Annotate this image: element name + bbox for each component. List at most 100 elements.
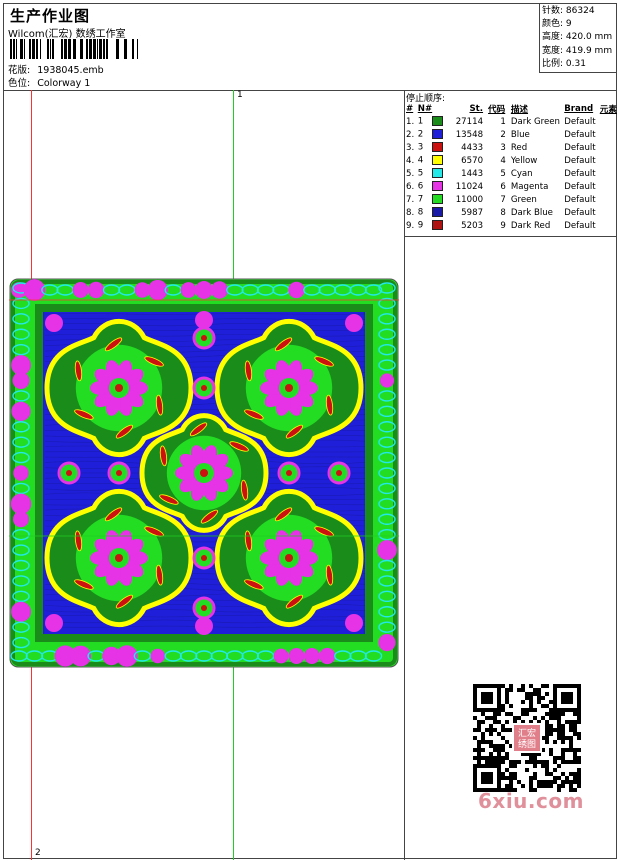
color-swatch [431,181,443,192]
colorway-value: Colorway 1 [37,78,91,89]
row-index: 7. [406,194,415,205]
color-swatch [431,194,443,205]
row-brand: Default [564,155,596,166]
row-stitches: 5203 [461,220,484,231]
row-needle: 2 [417,128,444,141]
color-row: 7. 7 11000 7 Green Default [405,193,617,206]
row-description: Magenta [510,181,549,192]
col-desc: 描述 [510,104,529,115]
row-code: 7 [500,194,506,205]
panel-divider [405,236,617,237]
stat-height: 高度: 420.0 mm [542,32,613,43]
color-swatch [431,116,443,127]
row-index: 9. [406,220,415,231]
production-sheet: 生产作业图 Wilcom(汇宏) 数绣工作室 花版: 1938045.emb 色… [3,3,617,860]
col-hash: # [406,103,414,114]
colorway-row: 色位: Colorway 1 [8,75,90,89]
row-description: Green [510,194,537,205]
color-row: 3. 3 4433 3 Red Default [405,141,617,154]
row-element [599,206,617,219]
color-swatch [431,207,443,218]
color-row: 5. 5 1443 5 Cyan Default [405,167,617,180]
row-index: 5. [406,168,415,179]
seal-text-bottom: 绣图 [518,738,536,750]
row-element [599,219,617,232]
row-stitches: 6570 [461,155,484,166]
seal-text-top: 汇宏 [518,727,536,739]
row-stitches: 11000 [455,194,484,205]
row-brand: Default [564,116,596,127]
barcode-icon [10,39,138,59]
color-row: 9. 9 5203 9 Dark Red Default [405,219,617,232]
row-code: 2 [500,129,506,140]
row-brand: Default [564,142,596,153]
row-element [599,180,617,193]
row-code: 5 [500,168,506,179]
row-index: 2. [406,129,415,140]
col-code: 代码 [488,104,506,115]
qr-code-icon: 汇宏绣图 [473,684,581,792]
color-row: 1. 1 27114 1 Dark Green Default [405,115,617,128]
watermark-logo: 6xiu.com [478,789,584,813]
row-code: 3 [500,142,506,153]
row-description: Blue [510,129,530,140]
color-swatch [431,220,443,231]
row-code: 9 [500,220,506,231]
row-code: 6 [500,181,506,192]
embroidery-design-preview [9,278,399,668]
color-row: 4. 4 6570 4 Yellow Default [405,154,617,167]
row-brand: Default [564,181,596,192]
row-element [599,193,617,206]
row-code: 1 [500,116,506,127]
guide-mark-top: 1 [237,90,243,100]
row-description: Dark Green [510,116,560,127]
row-description: Dark Red [510,220,551,231]
color-row: 6. 6 11024 6 Magenta Default [405,180,617,193]
stat-stitches: 针数: 86324 [542,6,595,16]
row-brand: Default [564,220,596,231]
row-stitches: 5987 [461,207,484,218]
row-needle: 1 [417,115,444,128]
col-element: 元素 [599,104,617,115]
row-index: 1. [406,116,415,127]
colorway-label: 色位: [8,78,31,89]
guide-mark-bottom: 2 [35,848,41,858]
color-swatch [431,142,443,153]
color-table: # N# St. 代码 描述 Brand 元素 1. 1 27114 1 Dark G… [405,102,617,232]
row-needle: 6 [417,180,444,193]
color-swatch [431,129,443,140]
row-needle: 4 [417,154,444,167]
row-index: 8. [406,207,415,218]
color-swatch [431,155,443,166]
row-needle: 9 [417,219,444,232]
row-index: 3. [406,142,415,153]
row-needle: 8 [417,206,444,219]
color-row: 2. 2 13548 2 Blue Default [405,128,617,141]
row-description: Red [510,142,528,153]
row-index: 6. [406,181,415,192]
stat-colors: 颜色: 9 [542,19,572,30]
row-brand: Default [564,194,596,205]
header-area: 生产作业图 Wilcom(汇宏) 数绣工作室 花版: 1938045.emb 色… [4,4,616,91]
row-needle: 5 [417,167,444,180]
row-element [599,154,617,167]
row-brand: Default [564,207,596,218]
file-name-row: 花版: 1938045.emb [8,62,104,76]
stat-width: 宽度: 419.9 mm [542,45,613,56]
stats-box: 针数: 86324 颜色: 9 高度: 420.0 mm 宽度: 419.9 m… [539,4,616,73]
row-brand: Default [564,168,596,179]
row-description: Dark Blue [510,207,553,218]
row-stitches: 27114 [455,116,484,127]
col-brand: Brand [564,103,594,114]
row-stitches: 11024 [455,181,484,192]
row-element [599,128,617,141]
row-description: Yellow [510,155,538,166]
col-n: N# [417,103,433,114]
row-description: Cyan [510,168,533,179]
col-stitches: St. [469,103,484,114]
color-table-header: # N# St. 代码 描述 Brand 元素 [405,102,617,115]
page-title: 生产作业图 [10,7,91,25]
color-swatch [431,168,443,179]
color-row: 8. 8 5987 8 Dark Blue Default [405,206,617,219]
row-code: 4 [500,155,506,166]
